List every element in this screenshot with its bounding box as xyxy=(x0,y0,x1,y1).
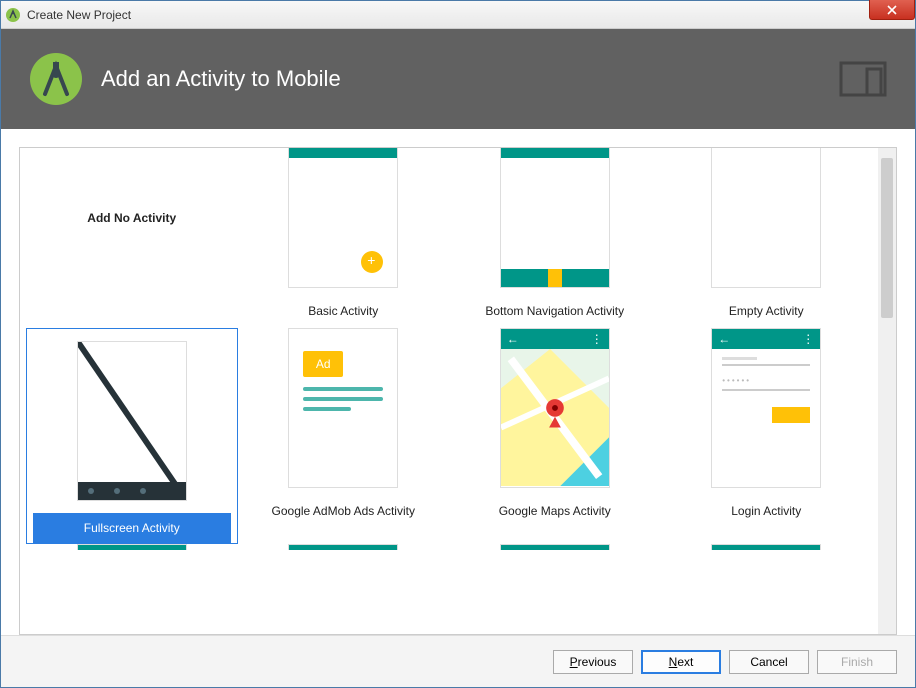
back-arrow-icon: ← xyxy=(718,332,730,346)
template-row-peek[interactable] xyxy=(661,544,873,556)
template-label: Basic Activity xyxy=(244,300,444,322)
template-label: Bottom Navigation Activity xyxy=(455,300,655,322)
android-studio-icon xyxy=(5,7,21,23)
template-gallery: Add No Activity . Basic Activity xyxy=(19,147,897,635)
preview-login-activity: ← ⋮ •••••• xyxy=(711,328,821,488)
cancel-button[interactable]: Cancel xyxy=(729,650,809,674)
scrollbar-thumb[interactable] xyxy=(881,158,893,318)
more-icon: ⋮ xyxy=(802,332,814,346)
preview-maps-activity: ← ⋮ xyxy=(500,328,610,488)
template-basic-activity[interactable]: Basic Activity xyxy=(238,148,450,328)
template-row-peek[interactable] xyxy=(26,544,238,556)
template-empty-activity[interactable]: Empty Activity xyxy=(661,148,873,328)
preview-bottom-nav xyxy=(500,148,610,288)
template-label: Google AdMob Ads Activity xyxy=(244,500,444,522)
preview-basic-activity xyxy=(288,148,398,288)
scroll-viewport: Add No Activity . Basic Activity xyxy=(20,148,878,634)
close-icon xyxy=(887,5,897,15)
template-grid: Add No Activity . Basic Activity xyxy=(20,148,878,566)
preview-admob-activity: Ad xyxy=(288,328,398,488)
template-add-no-activity[interactable]: Add No Activity . xyxy=(26,148,238,328)
template-row-peek[interactable] xyxy=(449,544,661,556)
wizard-header: Add an Activity to Mobile xyxy=(1,29,915,129)
preview-no-activity: Add No Activity xyxy=(77,148,187,288)
template-label: Empty Activity xyxy=(667,300,867,322)
more-icon: ⋮ xyxy=(591,332,603,346)
finish-button: Finish xyxy=(817,650,897,674)
wizard-heading: Add an Activity to Mobile xyxy=(101,66,341,92)
template-bottom-navigation-activity[interactable]: Bottom Navigation Activity xyxy=(449,148,661,328)
template-google-admob-ads-activity[interactable]: Ad Google AdMob Ads Activity xyxy=(238,328,450,544)
template-label: Fullscreen Activity xyxy=(33,513,231,543)
map-icon xyxy=(501,349,609,486)
template-label: Google Maps Activity xyxy=(455,500,655,522)
preview-fullscreen-activity: ← xyxy=(77,341,187,501)
fab-icon xyxy=(361,251,383,273)
template-row-peek[interactable] xyxy=(238,544,450,556)
vertical-scrollbar[interactable] xyxy=(878,148,896,634)
close-button[interactable] xyxy=(869,0,915,20)
template-fullscreen-activity[interactable]: ← Fullscreen Activity xyxy=(26,328,238,544)
template-login-activity[interactable]: ← ⋮ •••••• Login Activity xyxy=(661,328,873,544)
ad-badge-icon: Ad xyxy=(303,351,343,377)
preview-empty-activity xyxy=(711,148,821,288)
dialog-window: Create New Project Add an Activity to Mo… xyxy=(0,0,916,688)
previous-button[interactable]: Previous xyxy=(553,650,633,674)
mobile-device-icon xyxy=(839,61,887,97)
template-label: Login Activity xyxy=(667,500,867,522)
wizard-footer: Previous Next Cancel Finish xyxy=(1,635,915,687)
android-studio-logo-icon xyxy=(29,52,83,106)
next-button[interactable]: Next xyxy=(641,650,721,674)
content-area: Add No Activity . Basic Activity xyxy=(1,129,915,635)
template-google-maps-activity[interactable]: ← ⋮ xyxy=(449,328,661,544)
window-title: Create New Project xyxy=(27,8,131,22)
back-arrow-icon: ← xyxy=(507,332,519,346)
login-button-icon xyxy=(772,407,810,423)
titlebar: Create New Project xyxy=(1,1,915,29)
